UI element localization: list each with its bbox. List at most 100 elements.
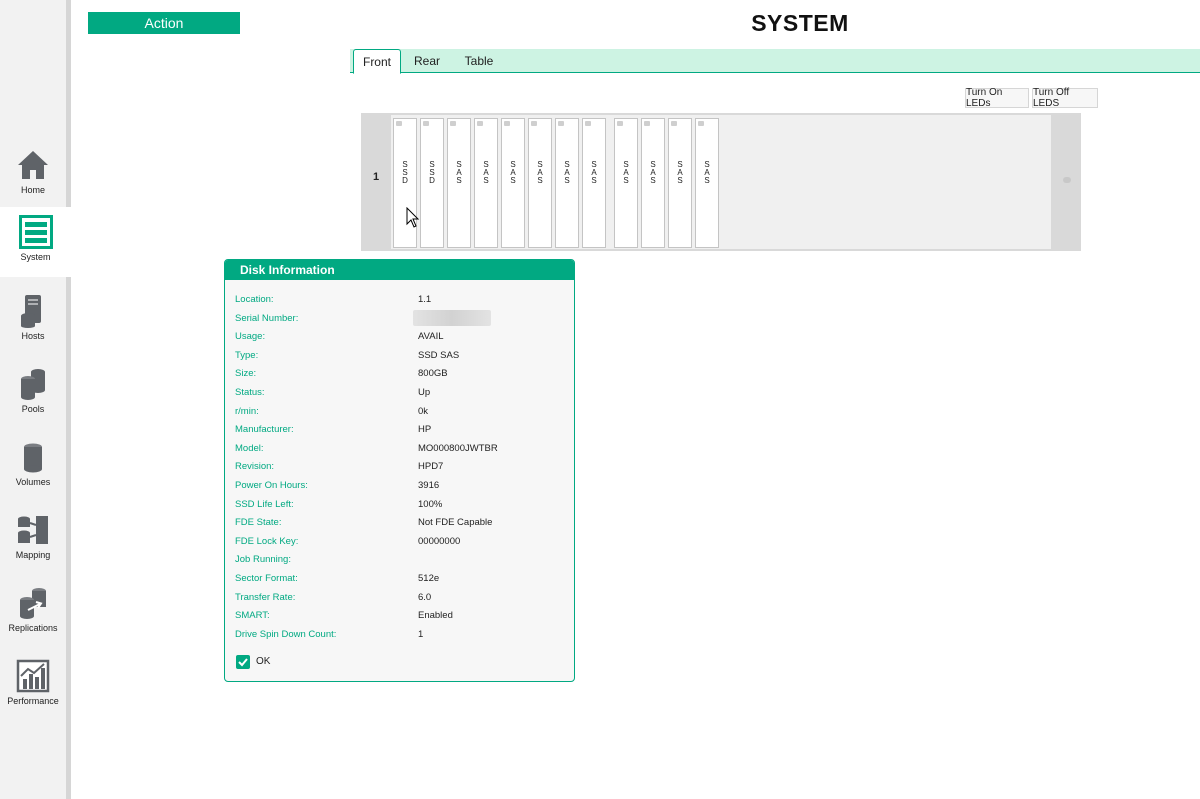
- slot-led: [504, 121, 510, 126]
- disk-info-row: Manufacturer: HP: [235, 424, 565, 438]
- ok-label[interactable]: OK: [256, 656, 270, 667]
- sidebar-item-label: Mapping: [15, 550, 51, 560]
- action-button[interactable]: Action: [88, 12, 240, 34]
- sidebar-item-label: Hosts: [21, 331, 45, 341]
- disk-slot[interactable]: S A S: [695, 118, 719, 248]
- slot-disk-type: S A S: [510, 160, 516, 185]
- performance-icon: [16, 659, 50, 693]
- sidebar-item-hosts[interactable]: Hosts: [0, 286, 66, 356]
- system-icon: [18, 215, 53, 249]
- sidebar-item-pools[interactable]: Pools: [0, 359, 66, 429]
- slot-led: [423, 121, 429, 126]
- ok-checkbox[interactable]: [236, 655, 250, 669]
- slot-led: [558, 121, 564, 126]
- serial-number-redacted: [413, 309, 491, 326]
- tab-rear[interactable]: Rear: [408, 49, 446, 72]
- disk-info-label: Model:: [235, 442, 264, 454]
- disk-info-value: SSD SAS: [418, 349, 460, 361]
- disk-info-value: Not FDE Capable: [418, 517, 493, 529]
- disk-info-value: MO000800JWTBR: [418, 442, 498, 454]
- sidebar-item-mapping[interactable]: Mapping: [0, 505, 66, 575]
- disk-info-row: Transfer Rate: 6.0: [235, 592, 565, 606]
- disk-info-row: Usage: AVAIL: [235, 331, 565, 345]
- page-title: SYSTEM: [751, 10, 849, 36]
- enclosure-bay: S S D S S D S A S S A S S A S S A S S A …: [391, 115, 1051, 249]
- slot-led: [617, 121, 623, 126]
- disk-info-row: Sector Format: 512e: [235, 573, 565, 587]
- disk-info-value: 3916: [418, 480, 440, 491]
- disk-info-row: Power On Hours: 3916: [235, 480, 565, 494]
- mouse-pointer-icon: [406, 207, 420, 228]
- tab-front[interactable]: Front: [353, 49, 401, 74]
- sidebar-divider: [66, 0, 71, 799]
- sidebar-item-replications[interactable]: Replications: [0, 578, 66, 648]
- slot-led: [477, 121, 483, 126]
- disk-slot[interactable]: S S D: [420, 118, 444, 248]
- turn-on-leds-button[interactable]: Turn On LEDs: [965, 87, 1029, 109]
- disk-info-value: 6.0: [418, 591, 432, 603]
- disk-info-label: Size:: [235, 368, 257, 380]
- disk-information-panel: Disk Information Location: 1.1 Serial Numb…: [224, 259, 575, 682]
- disk-information-title: Disk Information: [225, 260, 574, 280]
- sidebar-item-home[interactable]: Home: [0, 140, 66, 210]
- disk-info-label: FDE State:: [235, 517, 282, 529]
- sidebar-item-label: Replications: [8, 623, 58, 633]
- disk-info-label: Location:: [235, 294, 274, 305]
- disk-info-value: 1: [418, 628, 424, 640]
- disk-info-row: Model: MO000800JWTBR: [235, 443, 565, 457]
- disk-info-label: Transfer Rate:: [235, 591, 296, 603]
- slot-disk-type: S S D: [402, 160, 408, 185]
- sidebar-item-label: Home: [20, 185, 45, 195]
- sidebar-item-performance[interactable]: Performance: [0, 651, 66, 721]
- disk-info-row: SMART: Enabled: [235, 610, 565, 624]
- tab-table[interactable]: Table: [458, 49, 500, 72]
- sidebar-item-label: Pools: [21, 404, 45, 414]
- slot-disk-type: S A S: [591, 160, 597, 185]
- slot-disk-type: S A S: [456, 160, 462, 185]
- home-icon: [18, 151, 48, 179]
- disk-info-value: 512e: [418, 573, 440, 584]
- disk-info-label: Sector Format:: [235, 573, 298, 584]
- disk-info-label: Status:: [235, 387, 265, 398]
- disk-info-row: Drive Spin Down Count: 1: [235, 629, 565, 643]
- slot-disk-type: S S D: [429, 160, 435, 185]
- disk-info-value: AVAIL: [418, 331, 444, 343]
- disk-slot[interactable]: S A S: [528, 118, 552, 248]
- disk-slot[interactable]: S A S: [668, 118, 692, 248]
- disk-info-row: r/min: 0k: [235, 406, 565, 420]
- disk-slot[interactable]: S A S: [474, 118, 498, 248]
- volumes-icon: [24, 443, 42, 473]
- mapping-icon: [18, 516, 48, 544]
- disk-slot[interactable]: S A S: [582, 118, 606, 248]
- sidebar-item-label: Performance: [7, 696, 59, 706]
- replications-icon: [20, 588, 46, 619]
- slot-disk-type: S A S: [483, 160, 489, 185]
- disk-info-value: Up: [418, 387, 431, 398]
- disk-slot[interactable]: S A S: [555, 118, 579, 248]
- slot-disk-type: S A S: [704, 160, 710, 185]
- disk-info-value: Enabled: [418, 610, 453, 622]
- disk-info-value: 00000000: [418, 535, 461, 547]
- tab-bar: Front Rear Table: [350, 49, 1200, 74]
- slot-disk-type: S A S: [537, 160, 543, 185]
- disk-info-row: SSD Life Left: 100%: [235, 499, 565, 513]
- disk-info-label: SMART:: [235, 610, 270, 622]
- slot-led: [585, 121, 591, 126]
- disk-info-row: Revision: HPD7: [235, 461, 565, 475]
- disk-info-label: Usage:: [235, 331, 266, 343]
- sidebar-item-label: Volumes: [15, 477, 51, 487]
- disk-slot[interactable]: S A S: [447, 118, 471, 248]
- disk-info-row: Type: SSD SAS: [235, 350, 565, 364]
- disk-info-label: Serial Number:: [235, 312, 299, 324]
- sidebar-item-system[interactable]: System: [0, 207, 71, 277]
- slot-led: [396, 121, 402, 126]
- sidebar-item-volumes[interactable]: Volumes: [0, 432, 66, 502]
- disk-slot[interactable]: S A S: [614, 118, 638, 248]
- slot-disk-type: S A S: [650, 160, 656, 185]
- enclosure-number: 1: [372, 171, 380, 183]
- turn-off-leds-button[interactable]: Turn Off LEDS: [1032, 87, 1098, 109]
- disk-slot[interactable]: S A S: [501, 118, 525, 248]
- disk-info-label: FDE Lock Key:: [235, 535, 299, 547]
- disk-slot[interactable]: S A S: [641, 118, 665, 248]
- slot-led: [450, 121, 456, 126]
